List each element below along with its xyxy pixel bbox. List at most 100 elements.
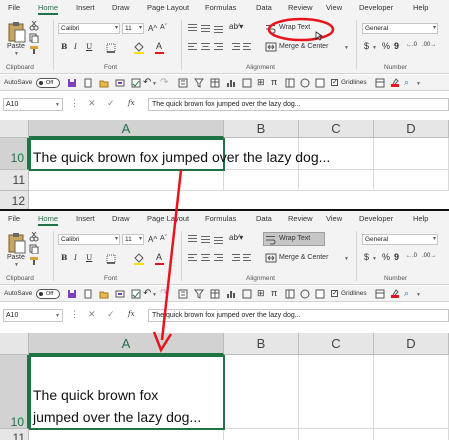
cell-a11[interactable] <box>29 429 224 440</box>
row-header-10[interactable]: 10 <box>0 355 29 429</box>
italic-button[interactable]: I <box>74 253 77 262</box>
chevron-down-icon[interactable]: ▼ <box>55 313 60 319</box>
tab-developer[interactable]: Developer <box>359 3 393 12</box>
wrap-text-button[interactable]: Wrap Text <box>279 235 310 242</box>
tab-help[interactable]: Help <box>413 3 428 12</box>
new-file-icon[interactable] <box>83 78 93 88</box>
open-folder-icon[interactable] <box>99 289 109 299</box>
undo-icon[interactable]: ↶ <box>143 77 151 88</box>
orientation-icon[interactable]: ab⁄▾ <box>229 22 243 31</box>
cell-d11[interactable] <box>374 170 449 191</box>
bold-button[interactable]: B <box>61 42 67 51</box>
print-preview-icon[interactable] <box>115 78 125 88</box>
merge-center-button[interactable]: Merge & Center <box>279 254 328 261</box>
save-icon[interactable] <box>67 289 77 299</box>
chevron-down-icon[interactable]: ▼ <box>372 45 377 51</box>
copy-icon[interactable] <box>29 244 39 254</box>
cell-b11[interactable] <box>224 170 299 191</box>
tab-review[interactable]: Review <box>288 214 313 223</box>
tab-data[interactable]: Data <box>256 214 272 223</box>
cell-c11[interactable] <box>299 429 374 440</box>
enter-icon[interactable]: ✓ <box>107 98 115 109</box>
merge-center-icon[interactable] <box>265 42 277 52</box>
column-header-a[interactable]: A <box>29 333 224 355</box>
insert-function-button[interactable]: fx <box>128 99 135 107</box>
font-color-button[interactable]: A <box>156 41 162 51</box>
chevron-down-icon[interactable]: ▼ <box>344 256 349 262</box>
column-header-d[interactable]: D <box>374 120 449 138</box>
decrease-decimal-icon[interactable]: .00→ <box>422 42 436 48</box>
decrease-font-icon[interactable]: Aˇ <box>160 24 167 31</box>
paste-button[interactable]: Paste <box>7 43 25 50</box>
paste-button[interactable]: Paste <box>7 254 25 261</box>
gridlines-checkbox[interactable]: ✓ <box>331 290 338 297</box>
freeze-panes-icon[interactable] <box>285 289 295 299</box>
bold-button[interactable]: B <box>61 253 67 262</box>
currency-button[interactable]: $ <box>364 252 369 262</box>
fill-color-icon[interactable] <box>133 253 145 265</box>
format-painter-icon[interactable] <box>29 256 39 266</box>
autosave-toggle[interactable]: Off <box>36 289 60 299</box>
table-icon[interactable] <box>210 289 220 299</box>
percent-button[interactable]: % <box>382 252 390 262</box>
insert-function-button[interactable]: fx <box>128 310 135 318</box>
shapes-icon[interactable] <box>300 78 310 88</box>
tab-file[interactable]: File <box>8 214 20 223</box>
pi-icon[interactable]: π <box>271 77 277 87</box>
chevron-down-icon[interactable]: ▼ <box>55 102 60 108</box>
currency-button[interactable]: $ <box>364 41 369 51</box>
vertical-align-icons[interactable] <box>187 234 227 244</box>
tab-view[interactable]: View <box>326 3 342 12</box>
cut-icon[interactable] <box>29 232 39 242</box>
indent-icons[interactable] <box>231 42 253 53</box>
chevron-down-icon[interactable]: ▼ <box>416 292 421 298</box>
tab-review[interactable]: Review <box>288 3 313 12</box>
font-name-dropdown[interactable]: Calibri <box>58 23 120 34</box>
chevron-down-icon[interactable]: ▼ <box>14 51 19 57</box>
column-header-c[interactable]: C <box>299 333 374 355</box>
percent-button[interactable]: % <box>382 41 390 51</box>
row-header-12[interactable]: 12 <box>0 191 29 209</box>
tab-file[interactable]: File <box>8 3 20 12</box>
open-folder-icon[interactable] <box>99 78 109 88</box>
cell-b11[interactable] <box>224 429 299 440</box>
sort-icon[interactable] <box>178 78 188 88</box>
horizontal-align-icons[interactable] <box>187 42 227 53</box>
font-size-dropdown[interactable]: 11 <box>122 234 144 245</box>
tab-insert[interactable]: Insert <box>76 3 95 12</box>
format-painter-icon[interactable] <box>29 45 39 55</box>
tab-insert[interactable]: Insert <box>76 214 95 223</box>
chart-icon[interactable] <box>226 289 236 299</box>
filter-icon[interactable] <box>194 78 204 88</box>
tab-help[interactable]: Help <box>413 214 428 223</box>
spelling-icon[interactable] <box>131 289 141 299</box>
gridlines-checkbox[interactable]: ✓ <box>331 79 338 86</box>
tab-draw[interactable]: Draw <box>112 214 130 223</box>
chevron-down-icon[interactable]: ▼ <box>14 262 19 268</box>
cell-a11[interactable] <box>29 170 224 191</box>
chevron-down-icon[interactable]: ▼ <box>372 256 377 262</box>
table-icon[interactable] <box>210 78 220 88</box>
cell-d10[interactable] <box>374 355 449 429</box>
save-icon[interactable] <box>67 78 77 88</box>
chevron-down-icon[interactable]: ▼ <box>152 81 157 87</box>
tab-home[interactable]: Home <box>38 214 59 226</box>
tab-formulas[interactable]: Formulas <box>205 3 236 12</box>
chevron-down-icon[interactable]: ▼ <box>344 45 349 51</box>
paste-icon[interactable] <box>7 232 27 254</box>
borders-icon[interactable] <box>106 254 117 264</box>
macro-icon[interactable] <box>315 78 325 88</box>
merge-center-icon[interactable] <box>265 253 277 263</box>
grid-icon[interactable]: ⊞ <box>257 77 265 88</box>
spelling-icon[interactable] <box>131 78 141 88</box>
increase-decimal-icon[interactable]: ←.0 <box>406 253 417 259</box>
freeze-icon[interactable] <box>375 78 385 88</box>
tab-home[interactable]: Home <box>38 3 59 15</box>
comma-style-button[interactable]: 9 <box>394 41 399 51</box>
chevron-down-icon[interactable]: ▼ <box>416 81 421 87</box>
cut-icon[interactable] <box>29 21 39 31</box>
column-header-d[interactable]: D <box>374 333 449 355</box>
copy-icon[interactable] <box>29 33 39 43</box>
cell-c10[interactable] <box>299 355 374 429</box>
row-header-10[interactable]: 10 <box>0 138 29 170</box>
